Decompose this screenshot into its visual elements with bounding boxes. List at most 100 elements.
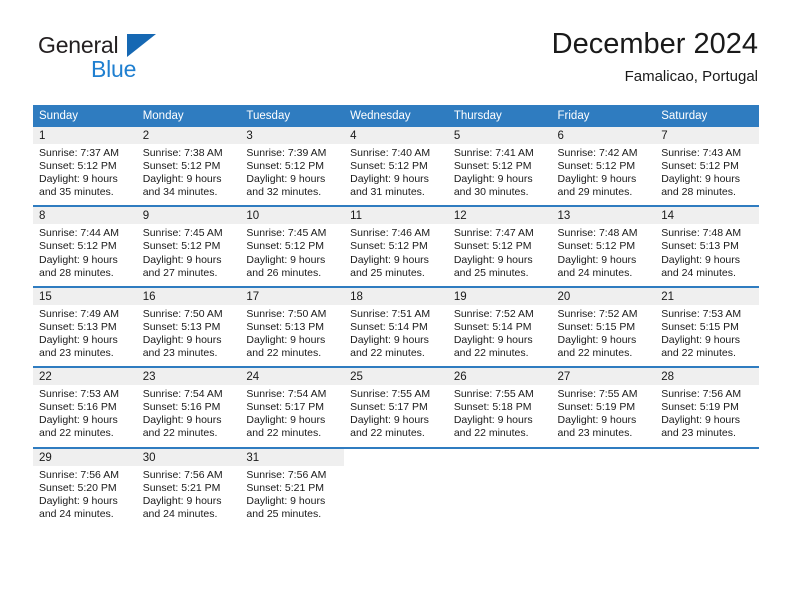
day-details: Sunrise: 7:55 AM Sunset: 5:17 PM Daylight:… [344,385,448,440]
calendar-day-cell[interactable]: 28 Sunrise: 7:56 AM Sunset: 5:19 PM Dayligh… [655,368,759,441]
calendar-day-cell[interactable]: 2 Sunrise: 7:38 AM Sunset: 5:12 PM Daylight… [136,127,241,200]
calendar-day-cell[interactable]: 31 Sunrise: 7:56 AM Sunset: 5:21 PM Dayligh… [240,448,345,521]
day-details: Sunrise: 7:55 AM Sunset: 5:19 PM Daylight:… [552,385,656,440]
calendar-day-cell[interactable]: 6 Sunrise: 7:42 AM Sunset: 5:12 PM Daylight… [551,127,656,200]
day-details: Sunrise: 7:44 AM Sunset: 5:12 PM Daylight:… [33,224,137,279]
day-details [655,466,759,469]
calendar-day-cell[interactable]: 16 Sunrise: 7:50 AM Sunset: 5:13 PM Dayligh… [136,287,241,361]
sunrise-text: Sunrise: 7:52 AM [453,307,534,320]
logo-text-general: General [38,32,119,58]
sunrise-text: Sunrise: 7:51 AM [350,307,431,320]
calendar-week-row: 22 Sunrise: 7:53 AM Sunset: 5:16 PM Dayligh… [33,366,759,441]
calendar-day-cell[interactable]: 11 Sunrise: 7:46 AM Sunset: 5:12 PM Dayligh… [344,207,448,280]
calendar-weeks: 1 Sunrise: 7:37 AM Sunset: 5:12 PM Daylight… [33,127,759,521]
daylight-text-line2: and 24 minutes. [142,507,218,520]
day-details [344,466,448,469]
daylight-text-line1: Daylight: 9 hours [557,253,637,266]
day-number: 9 [136,207,241,225]
calendar-day-cell[interactable]: 13 Sunrise: 7:48 AM Sunset: 5:12 PM Dayligh… [551,207,656,280]
daylight-text-line1: Daylight: 9 hours [350,333,429,346]
calendar-day-cell[interactable]: 15 Sunrise: 7:49 AM Sunset: 5:13 PM Dayligh… [33,287,137,361]
calendar-day-cell[interactable]: 4 Sunrise: 7:40 AM Sunset: 5:12 PM Daylight… [344,127,448,200]
day-number: 18 [344,287,448,305]
calendar-day-cell[interactable]: 24 Sunrise: 7:54 AM Sunset: 5:17 PM Dayligh… [240,368,345,441]
sunrise-text: Sunrise: 7:45 AM [246,227,327,240]
day-details: Sunrise: 7:48 AM Sunset: 5:12 PM Daylight:… [552,224,656,279]
sunrise-text: Sunrise: 7:52 AM [557,307,638,320]
calendar-day-cell[interactable]: 27 Sunrise: 7:55 AM Sunset: 5:19 PM Dayligh… [551,368,656,441]
calendar-day-cell[interactable]: 25 Sunrise: 7:55 AM Sunset: 5:17 PM Dayligh… [344,368,448,441]
calendar-day-cell[interactable]: 3 Sunrise: 7:39 AM Sunset: 5:12 PM Daylight… [240,127,345,200]
calendar-day-cell[interactable]: 8 Sunrise: 7:44 AM Sunset: 5:12 PM Daylight… [33,207,137,280]
sunrise-text: Sunrise: 7:56 AM [246,468,327,481]
calendar-day-cell[interactable]: 26 Sunrise: 7:55 AM Sunset: 5:18 PM Dayligh… [447,368,552,441]
daylight-text-line2: and 34 minutes. [142,186,218,199]
day-details: Sunrise: 7:47 AM Sunset: 5:12 PM Daylight:… [448,224,552,279]
sunrise-text: Sunrise: 7:38 AM [142,147,223,159]
generalblue-logo[interactable]: General Blue [34,32,254,88]
calendar-day-cell[interactable]: 12 Sunrise: 7:47 AM Sunset: 5:12 PM Dayligh… [447,207,552,280]
day-details [448,466,552,469]
calendar-day-cell[interactable]: 17 Sunrise: 7:50 AM Sunset: 5:13 PM Dayligh… [240,287,345,361]
header-titles: December 2024 Famalicao, Portugal [552,26,758,87]
day-number: 24 [240,368,345,386]
day-details: Sunrise: 7:45 AM Sunset: 5:12 PM Daylight:… [240,224,344,279]
daylight-text-line2: and 22 minutes. [142,427,218,440]
day-number: 3 [240,127,345,144]
calendar-day-cell[interactable]: 29 Sunrise: 7:56 AM Sunset: 5:20 PM Dayligh… [33,448,137,521]
calendar-day-cell[interactable]: 21 Sunrise: 7:53 AM Sunset: 5:15 PM Dayligh… [655,287,759,361]
calendar-day-cell[interactable]: 18 Sunrise: 7:51 AM Sunset: 5:14 PM Dayligh… [344,287,448,361]
weekday-header-tuesday: Tuesday [246,110,291,122]
day-number: 20 [551,287,656,305]
sunset-text: Sunset: 5:13 PM [39,320,117,333]
daylight-text-line1: Daylight: 9 hours [557,414,637,427]
calendar-day-cell-empty [447,448,552,521]
calendar-day-cell[interactable]: 14 Sunrise: 7:48 AM Sunset: 5:13 PM Dayligh… [655,207,759,280]
sunrise-text: Sunrise: 7:53 AM [661,307,742,320]
weekday-header-saturday: Saturday [661,110,708,122]
daylight-text-line2: and 29 minutes. [557,186,633,199]
sunrise-text: Sunrise: 7:56 AM [661,388,742,401]
sunrise-text: Sunrise: 7:41 AM [453,147,534,159]
sunrise-text: Sunrise: 7:54 AM [246,388,327,401]
day-number: 7 [655,127,759,144]
daylight-text-line1: Daylight: 9 hours [661,414,741,427]
sunrise-text: Sunrise: 7:44 AM [39,227,119,240]
sunrise-text: Sunrise: 7:40 AM [350,147,431,159]
sunset-text: Sunset: 5:14 PM [350,320,428,333]
sunrise-text: Sunrise: 7:55 AM [557,388,638,401]
calendar-day-cell[interactable]: 1 Sunrise: 7:37 AM Sunset: 5:12 PM Daylight… [33,127,137,200]
sunrise-text: Sunrise: 7:56 AM [142,468,223,481]
sunset-text: Sunset: 5:12 PM [557,160,636,173]
logo-text-blue: Blue [91,56,137,82]
calendar-table: Sunday Monday Tuesday Wednesday Thursday Frid… [33,105,759,521]
day-details: Sunrise: 7:40 AM Sunset: 5:12 PM Daylight:… [344,144,448,199]
calendar-week-row: 15 Sunrise: 7:49 AM Sunset: 5:13 PM Dayligh… [33,285,759,361]
calendar-day-cell[interactable]: 5 Sunrise: 7:41 AM Sunset: 5:12 PM Daylight… [447,127,552,200]
sunset-text: Sunset: 5:12 PM [39,240,117,253]
daylight-text-line1: Daylight: 9 hours [142,173,222,186]
calendar-day-cell[interactable]: 7 Sunrise: 7:43 AM Sunset: 5:12 PM Daylight… [655,127,759,200]
daylight-text-line1: Daylight: 9 hours [661,333,741,346]
daylight-text-line1: Daylight: 9 hours [350,253,429,266]
sunrise-text: Sunrise: 7:56 AM [39,468,119,481]
calendar-day-cell[interactable]: 9 Sunrise: 7:45 AM Sunset: 5:12 PM Daylight… [136,207,241,280]
daylight-text-line1: Daylight: 9 hours [453,173,533,186]
calendar-day-cell[interactable]: 22 Sunrise: 7:53 AM Sunset: 5:16 PM Dayligh… [33,368,137,441]
sunset-text: Sunset: 5:12 PM [453,160,532,173]
sunset-text: Sunset: 5:12 PM [661,160,739,173]
sunrise-text: Sunrise: 7:37 AM [39,147,119,159]
sunrise-text: Sunrise: 7:42 AM [557,147,638,159]
calendar-day-cell[interactable]: 20 Sunrise: 7:52 AM Sunset: 5:15 PM Dayligh… [551,287,656,361]
calendar-day-cell[interactable]: 23 Sunrise: 7:54 AM Sunset: 5:16 PM Dayligh… [136,368,241,441]
day-details: Sunrise: 7:56 AM Sunset: 5:21 PM Daylight:… [240,466,344,521]
sunset-text: Sunset: 5:12 PM [246,240,325,253]
daylight-text-line1: Daylight: 9 hours [142,253,222,266]
calendar-day-cell[interactable]: 30 Sunrise: 7:56 AM Sunset: 5:21 PM Dayligh… [136,448,241,521]
calendar-day-cell[interactable]: 19 Sunrise: 7:52 AM Sunset: 5:14 PM Dayligh… [447,287,552,361]
calendar-day-cell-empty [551,448,656,521]
calendar-day-cell[interactable]: 10 Sunrise: 7:45 AM Sunset: 5:12 PM Dayligh… [240,207,345,280]
day-details: Sunrise: 7:53 AM Sunset: 5:15 PM Daylight:… [655,305,759,360]
day-number: 12 [447,207,552,225]
daylight-text-line1: Daylight: 9 hours [142,494,222,507]
